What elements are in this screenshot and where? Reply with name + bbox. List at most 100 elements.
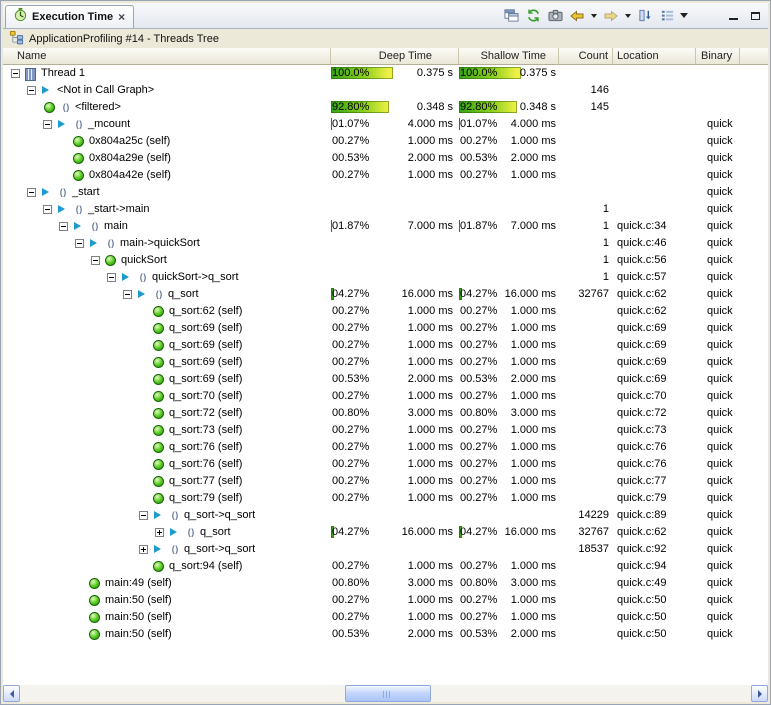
tree-row[interactable]: main->quickSort1quick.c:46quick [3,235,768,252]
collapse-toggle-icon[interactable] [11,69,20,78]
tree-row[interactable]: q_sort:72 (self)00.80%3.000 ms00.80%3.00… [3,405,768,422]
tab-execution-time[interactable]: Execution Time × [5,5,134,28]
sort-button[interactable] [635,6,655,26]
scroll-right-button[interactable] [751,685,768,702]
back-menu-button[interactable] [589,6,599,26]
tree-row[interactable]: main:49 (self)00.80%3.000 ms00.80%3.000 … [3,575,768,592]
scrollbar-track[interactable] [20,685,751,702]
expand-toggle-icon[interactable] [139,545,148,554]
column-header-name[interactable]: Name [3,48,331,65]
shallow-time-cell: 01.07%4.000 ms [459,116,559,133]
column-header-count[interactable]: Count [559,48,613,65]
tree-row[interactable]: q_sort->q_sort18537quick.c:92quick [3,541,768,558]
binary-cell: quick [696,422,740,439]
tree-row[interactable]: q_sort:77 (self)00.27%1.000 ms00.27%1.00… [3,473,768,490]
row-label: quickSort [121,254,167,266]
tree-row[interactable]: main:50 (self)00.27%1.000 ms00.27%1.000 … [3,592,768,609]
column-header-deep[interactable]: Deep Time [331,48,459,65]
location-cell: quick.c:89 [613,507,696,524]
minimize-button[interactable] [723,6,743,26]
tree-row[interactable]: q_sort:62 (self)00.27%1.000 ms00.27%1.00… [3,303,768,320]
tree-row[interactable]: q_sort:76 (self)00.27%1.000 ms00.27%1.00… [3,439,768,456]
tree-row[interactable]: <filtered>92.80%0.348 s92.80%0.348 s145 [3,99,768,116]
binary-cell: quick [696,252,740,269]
collapse-toggle-icon[interactable] [139,511,148,520]
collapse-toggle-icon[interactable] [59,222,68,231]
tree-row[interactable]: Thread 1100.0%0.375 s100.0%0.375 s [3,65,768,82]
tree-row[interactable]: _startquick [3,184,768,201]
location-cell: quick.c:56 [613,252,696,269]
tree-row[interactable]: q_sort:69 (self)00.53%2.000 ms00.53%2.00… [3,371,768,388]
location-cell: quick.c:73 [613,422,696,439]
collapse-toggle-icon[interactable] [107,273,116,282]
collapse-toggle-icon[interactable] [91,256,100,265]
time-value: 7.000 ms [408,218,453,235]
maximize-button[interactable] [745,6,765,26]
close-icon[interactable]: × [117,12,126,22]
percent-value: 00.27% [332,167,369,184]
location-cell: quick.c:46 [613,235,696,252]
tree-row[interactable]: 0x804a25c (self)00.27%1.000 ms00.27%1.00… [3,133,768,150]
panes-button[interactable] [501,6,521,26]
tree-row[interactable]: 0x804a42e (self)00.27%1.000 ms00.27%1.00… [3,167,768,184]
name-cell: _start->main [3,201,331,218]
snapshot-button[interactable] [545,6,565,26]
collapse-toggle-icon[interactable] [27,86,36,95]
binary-cell: quick [696,303,740,320]
scrollbar-thumb[interactable] [345,685,431,702]
tree-row[interactable]: main01.87%7.000 ms01.87%7.000 ms1quick.c… [3,218,768,235]
tree-row[interactable]: 0x804a29e (self)00.53%2.000 ms00.53%2.00… [3,150,768,167]
expand-toggle-icon[interactable] [155,528,164,537]
collapse-toggle-icon[interactable] [43,205,52,214]
column-header-location[interactable]: Location [613,48,696,65]
tree-row[interactable]: main:50 (self)00.27%1.000 ms00.27%1.000 … [3,609,768,626]
tree-row[interactable]: q_sort:70 (self)00.27%1.000 ms00.27%1.00… [3,388,768,405]
binary-cell [696,65,740,82]
tree-row[interactable]: q_sort:69 (self)00.27%1.000 ms00.27%1.00… [3,354,768,371]
scroll-left-button[interactable] [3,685,20,702]
indent-spacer [75,575,88,592]
call-arrow-icon [152,541,167,558]
collapse-toggle-icon[interactable] [27,188,36,197]
tree-row[interactable]: quickSort->q_sort1quick.c:57quick [3,269,768,286]
column-header-binary[interactable]: Binary [696,48,740,65]
tree-row[interactable]: _start->main1quick [3,201,768,218]
indent-spacer [139,473,152,490]
tree-row[interactable]: q_sort:94 (self)00.27%1.000 ms00.27%1.00… [3,558,768,575]
tree-row[interactable]: q_sort:73 (self)00.27%1.000 ms00.27%1.00… [3,422,768,439]
tree-row[interactable]: _mcount01.07%4.000 ms01.07%4.000 msquick [3,116,768,133]
tree-row[interactable]: q_sort:69 (self)00.27%1.000 ms00.27%1.00… [3,337,768,354]
tree-row[interactable]: q_sort:69 (self)00.27%1.000 ms00.27%1.00… [3,320,768,337]
tree-row[interactable]: q_sort04.27%16.000 ms04.27%16.000 ms3276… [3,286,768,303]
collapse-toggle-icon[interactable] [43,120,52,129]
self-sample-icon [152,473,167,490]
collapse-toggle-icon[interactable] [123,290,132,299]
tree-row[interactable]: q_sort->q_sort14229quick.c:89quick [3,507,768,524]
deep-time-cell: 00.27%1.000 ms [331,609,459,626]
horizontal-scrollbar[interactable] [3,685,768,702]
tree-row[interactable]: q_sort:79 (self)00.27%1.000 ms00.27%1.00… [3,490,768,507]
row-filler [740,405,768,422]
indent-spacer [59,133,72,150]
back-button[interactable] [567,6,587,26]
tree-row[interactable]: main:50 (self)00.53%2.000 ms00.53%2.000 … [3,626,768,643]
indent-spacer [75,626,88,643]
name-cell: 0x804a25c (self) [3,133,331,150]
forward-menu-button[interactable] [623,6,633,26]
refresh-button[interactable] [523,6,543,26]
tree-row[interactable]: <Not in Call Graph>146 [3,82,768,99]
tree-row[interactable]: q_sort04.27%16.000 ms04.27%16.000 ms3276… [3,524,768,541]
percent-value: 04.27% [332,524,369,541]
percent-value: 00.80% [332,405,369,422]
layout-button[interactable] [657,6,677,26]
count-cell [559,405,613,422]
tree-row[interactable]: quickSort1quick.c:56quick [3,252,768,269]
column-header-shallow[interactable]: Shallow Time [459,48,559,65]
view-menu-button[interactable] [679,6,689,26]
percent-value: 01.07% [332,116,369,133]
binary-cell: quick [696,541,740,558]
tree-row[interactable]: q_sort:76 (self)00.27%1.000 ms00.27%1.00… [3,456,768,473]
collapse-toggle-icon[interactable] [75,239,84,248]
forward-button[interactable] [601,6,621,26]
binary-cell: quick [696,235,740,252]
